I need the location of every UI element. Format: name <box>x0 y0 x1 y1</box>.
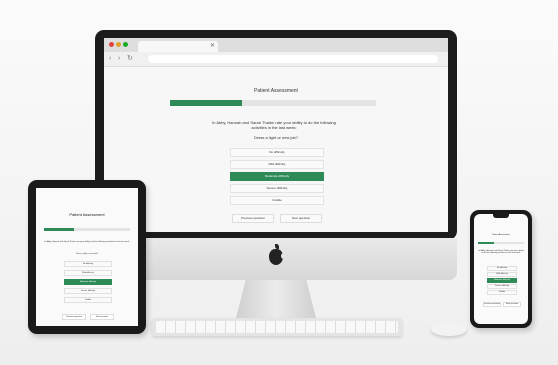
tablet-question-text: Dress a light or new job? <box>75 253 98 255</box>
imac-stand <box>236 280 316 318</box>
tablet-next-button[interactable]: Next question <box>90 314 114 320</box>
phone-progress-fill <box>478 242 495 244</box>
page-title: Patient Assessment <box>254 88 298 94</box>
previous-button[interactable]: Previous question <box>232 214 274 223</box>
assessment-page: Patient Assessment In Abby, Hannah and S… <box>104 66 448 232</box>
tablet-option-unable[interactable]: Unable <box>64 297 112 303</box>
forward-arrow-icon[interactable]: › <box>118 54 120 64</box>
phone-next-button[interactable]: Next question <box>503 302 521 307</box>
option-unable[interactable]: Unable <box>230 196 324 205</box>
maximize-window-icon[interactable] <box>123 42 128 47</box>
phone-option-severe-difficulty[interactable]: Severe difficulty <box>487 284 517 289</box>
phone-question-intro: In Abby, Hannah and Sarah Thalen rate yo… <box>478 250 524 254</box>
keyboard-keys <box>156 321 398 333</box>
tablet-option-mild-difficulty[interactable]: Mild difficulty <box>64 270 112 276</box>
tablet-question-intro: In Abby, Hannah and Sarah Thalen rate yo… <box>44 241 130 243</box>
keyboard <box>152 318 402 336</box>
phone-notch <box>493 214 509 218</box>
tablet-option-severe-difficulty[interactable]: Severe difficulty <box>64 288 112 294</box>
tablet-progress-fill <box>44 228 75 231</box>
tablet-screen: Patient Assessment In Abby, Hannah and S… <box>36 188 138 326</box>
option-no-difficulty[interactable]: No difficulty <box>230 148 324 157</box>
tablet-option-no-difficulty[interactable]: No difficulty <box>64 261 112 267</box>
close-tab-icon[interactable]: ✕ <box>210 41 215 52</box>
phone-option-unable[interactable]: Unable <box>487 290 517 295</box>
browser-tab[interactable] <box>138 41 218 52</box>
minimize-window-icon[interactable] <box>116 42 121 47</box>
product-mockup-scene: ✕ ‹ › ↻ Patient Assessment In Abby, Hann… <box>0 0 558 365</box>
url-input[interactable] <box>148 55 438 63</box>
question-text: Dress a light or new job? <box>253 135 299 140</box>
phone-option-no-difficulty[interactable]: No difficulty <box>487 266 517 271</box>
reload-icon[interactable]: ↻ <box>127 54 133 64</box>
phone-page-title: Patient Assessment <box>492 234 510 236</box>
desktop-screen: ✕ ‹ › ↻ Patient Assessment In Abby, Hann… <box>104 38 448 232</box>
apple-logo-icon <box>269 244 286 265</box>
tablet-option-moderate-difficulty[interactable]: Moderate difficulty <box>64 279 112 285</box>
tablet-previous-button[interactable]: Previous question <box>62 314 86 320</box>
progress-fill <box>170 100 243 106</box>
tablet-progress-bar <box>44 228 130 231</box>
phone-option-moderate-difficulty[interactable]: Moderate difficulty <box>487 278 517 283</box>
close-window-icon[interactable] <box>109 42 114 47</box>
phone-previous-button[interactable]: Previous question <box>483 302 501 307</box>
phone-progress-bar <box>478 242 524 244</box>
option-mild-difficulty[interactable]: Mild difficulty <box>230 160 324 169</box>
browser-tab-bar: ✕ <box>104 38 448 52</box>
phone-screen: Patient Assessment In Abby, Hannah and S… <box>474 214 528 324</box>
phone-option-mild-difficulty[interactable]: Mild difficulty <box>487 272 517 277</box>
tablet-page-title: Patient Assessment <box>69 212 105 217</box>
option-moderate-difficulty[interactable]: Moderate difficulty <box>230 172 324 181</box>
option-severe-difficulty[interactable]: Severe difficulty <box>230 184 324 193</box>
back-arrow-icon[interactable]: ‹ <box>109 54 111 64</box>
mouse <box>431 322 467 336</box>
progress-bar <box>170 100 376 106</box>
next-button[interactable]: Next question <box>280 214 322 223</box>
question-intro: In Abby, Hannah and Sarah Thalen rate yo… <box>212 120 336 130</box>
